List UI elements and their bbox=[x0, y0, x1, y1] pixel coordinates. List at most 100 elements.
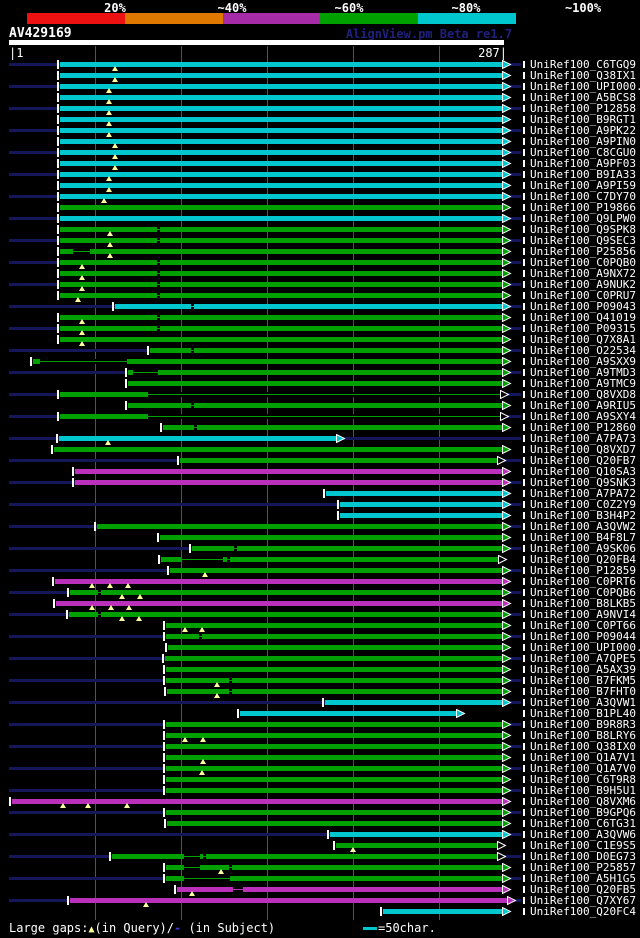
alignment-bar[interactable] bbox=[60, 62, 502, 67]
alignment-bar[interactable] bbox=[163, 425, 502, 430]
alignment-bar[interactable] bbox=[336, 843, 497, 848]
alignment-bar[interactable] bbox=[168, 645, 502, 650]
arrowhead-icon bbox=[502, 544, 512, 553]
arrowhead-icon bbox=[502, 148, 512, 157]
alignment-bar[interactable] bbox=[60, 337, 502, 342]
arrowhead-icon bbox=[502, 478, 512, 487]
alignment-bar[interactable] bbox=[166, 623, 502, 628]
alignment-bar[interactable] bbox=[60, 73, 502, 78]
alignment-bar[interactable] bbox=[166, 634, 502, 639]
gap-triangle-icon bbox=[218, 869, 224, 874]
alignment-bar[interactable] bbox=[60, 205, 502, 210]
alignment-bar[interactable] bbox=[60, 326, 502, 331]
end-mark bbox=[523, 336, 525, 343]
alignment-bar[interactable] bbox=[340, 513, 502, 518]
end-mark bbox=[523, 314, 525, 321]
end-mark bbox=[523, 622, 525, 629]
start-mark bbox=[57, 335, 59, 344]
start-mark bbox=[164, 819, 166, 828]
alignment-bar[interactable] bbox=[59, 436, 336, 441]
alignment-bar[interactable] bbox=[166, 744, 502, 749]
start-mark bbox=[57, 291, 59, 300]
start-mark bbox=[57, 148, 59, 157]
alignment-bar[interactable] bbox=[166, 865, 502, 870]
alignment-bar[interactable] bbox=[60, 183, 502, 188]
alignment-bar[interactable] bbox=[60, 161, 502, 166]
alignment-bar[interactable] bbox=[128, 381, 502, 386]
gap-thin-line bbox=[148, 394, 500, 395]
alignment-bar[interactable] bbox=[166, 777, 502, 782]
alignment-bar[interactable] bbox=[326, 491, 502, 496]
end-mark bbox=[523, 743, 525, 750]
alignment-bar[interactable] bbox=[75, 469, 502, 474]
alignment-bar[interactable] bbox=[60, 293, 502, 298]
gap-triangle-icon bbox=[107, 253, 113, 258]
end-mark bbox=[523, 501, 525, 508]
alignment-bar[interactable] bbox=[60, 139, 502, 144]
start-mark bbox=[57, 236, 59, 245]
end-mark bbox=[523, 875, 525, 882]
alignment-bar[interactable] bbox=[166, 766, 502, 771]
arrowhead-icon bbox=[497, 456, 507, 465]
alignment-bar[interactable] bbox=[166, 810, 502, 815]
alignment-bar[interactable] bbox=[69, 612, 502, 617]
alignment-bar[interactable] bbox=[56, 601, 502, 606]
alignment-bar[interactable] bbox=[60, 95, 502, 100]
alignment-bar[interactable] bbox=[166, 667, 502, 672]
alignment-bar[interactable] bbox=[60, 84, 502, 89]
alignment-bar[interactable] bbox=[60, 128, 502, 133]
alignment-bar[interactable] bbox=[60, 150, 502, 155]
start-mark bbox=[125, 368, 127, 377]
gap-triangle-icon bbox=[119, 594, 125, 599]
gap-triangle-icon bbox=[107, 242, 113, 247]
arrowhead-icon bbox=[502, 687, 512, 696]
alignment-bar[interactable] bbox=[70, 898, 507, 903]
alignment-bar[interactable] bbox=[60, 315, 502, 320]
alignment-bar[interactable] bbox=[115, 304, 502, 309]
alignment-bar[interactable] bbox=[60, 260, 502, 265]
alignment-bar[interactable] bbox=[75, 480, 502, 485]
alignment-bar[interactable] bbox=[128, 370, 502, 375]
alignment-bar[interactable] bbox=[60, 282, 502, 287]
alignment-bar[interactable] bbox=[325, 700, 502, 705]
alignment-bar[interactable] bbox=[180, 458, 497, 463]
arrowhead-icon bbox=[502, 808, 512, 817]
alignment-bar[interactable] bbox=[177, 887, 502, 892]
hit-label[interactable]: UniRef100_Q20FC4 bbox=[530, 906, 636, 917]
start-mark bbox=[147, 346, 149, 355]
alignment-bar[interactable] bbox=[240, 711, 456, 716]
alignview-screen: 20% ~40% ~60% ~80% ~100% AV429169 AlignV… bbox=[0, 0, 640, 938]
end-mark bbox=[523, 413, 525, 420]
alignment-bar[interactable] bbox=[60, 238, 502, 243]
alignment-bar[interactable] bbox=[60, 194, 502, 199]
start-mark bbox=[57, 313, 59, 322]
alignment-bar[interactable] bbox=[128, 403, 502, 408]
alignment-bar[interactable] bbox=[60, 172, 502, 177]
alignment-bar[interactable] bbox=[60, 249, 502, 254]
alignment-bar[interactable] bbox=[330, 832, 502, 837]
alignment-bar[interactable] bbox=[70, 590, 502, 595]
alignment-bar[interactable] bbox=[60, 106, 502, 111]
alignment-bar[interactable] bbox=[383, 909, 502, 914]
alignment-bar[interactable] bbox=[97, 524, 502, 529]
alignment-bar[interactable] bbox=[166, 788, 502, 793]
alignment-bar[interactable] bbox=[166, 755, 502, 760]
alignment-bar[interactable] bbox=[340, 502, 502, 507]
alignment-bar[interactable] bbox=[60, 271, 502, 276]
alignment-bar[interactable] bbox=[166, 722, 502, 727]
alignment-bar[interactable] bbox=[160, 535, 502, 540]
alignment-bar[interactable] bbox=[150, 348, 502, 353]
alignment-bar[interactable] bbox=[192, 546, 502, 551]
alignment-bar[interactable] bbox=[166, 733, 502, 738]
alignment-bar[interactable] bbox=[165, 656, 502, 661]
start-mark bbox=[57, 104, 59, 113]
alignment-bar[interactable] bbox=[167, 821, 502, 826]
alignment-bar[interactable] bbox=[60, 216, 502, 221]
arrowhead-icon bbox=[502, 291, 512, 300]
alignment-bar[interactable] bbox=[55, 579, 502, 584]
alignment-bar[interactable] bbox=[60, 227, 502, 232]
alignment-bar[interactable] bbox=[112, 854, 497, 859]
alignment-bar[interactable] bbox=[54, 447, 502, 452]
alignment-bar[interactable] bbox=[170, 568, 502, 573]
alignment-bar[interactable] bbox=[60, 117, 502, 122]
